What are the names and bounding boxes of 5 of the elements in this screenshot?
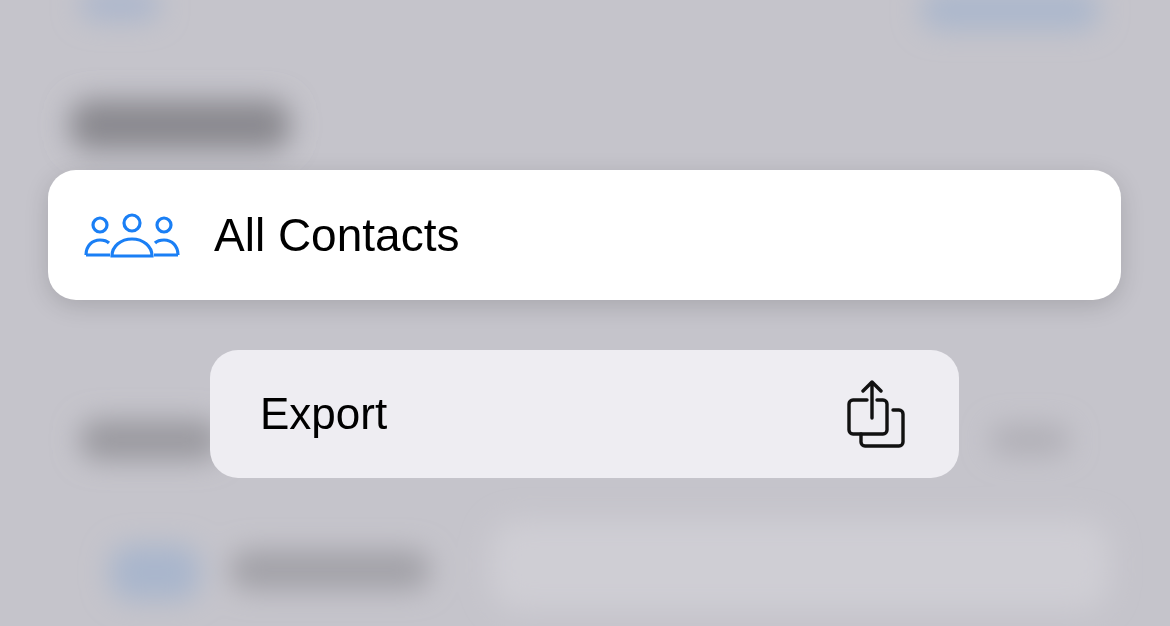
- people-group-icon: [84, 212, 180, 258]
- group-title: All Contacts: [214, 208, 460, 262]
- contacts-group-card[interactable]: All Contacts: [48, 170, 1121, 300]
- share-icon: [847, 380, 905, 448]
- export-menu-item[interactable]: Export: [210, 350, 959, 478]
